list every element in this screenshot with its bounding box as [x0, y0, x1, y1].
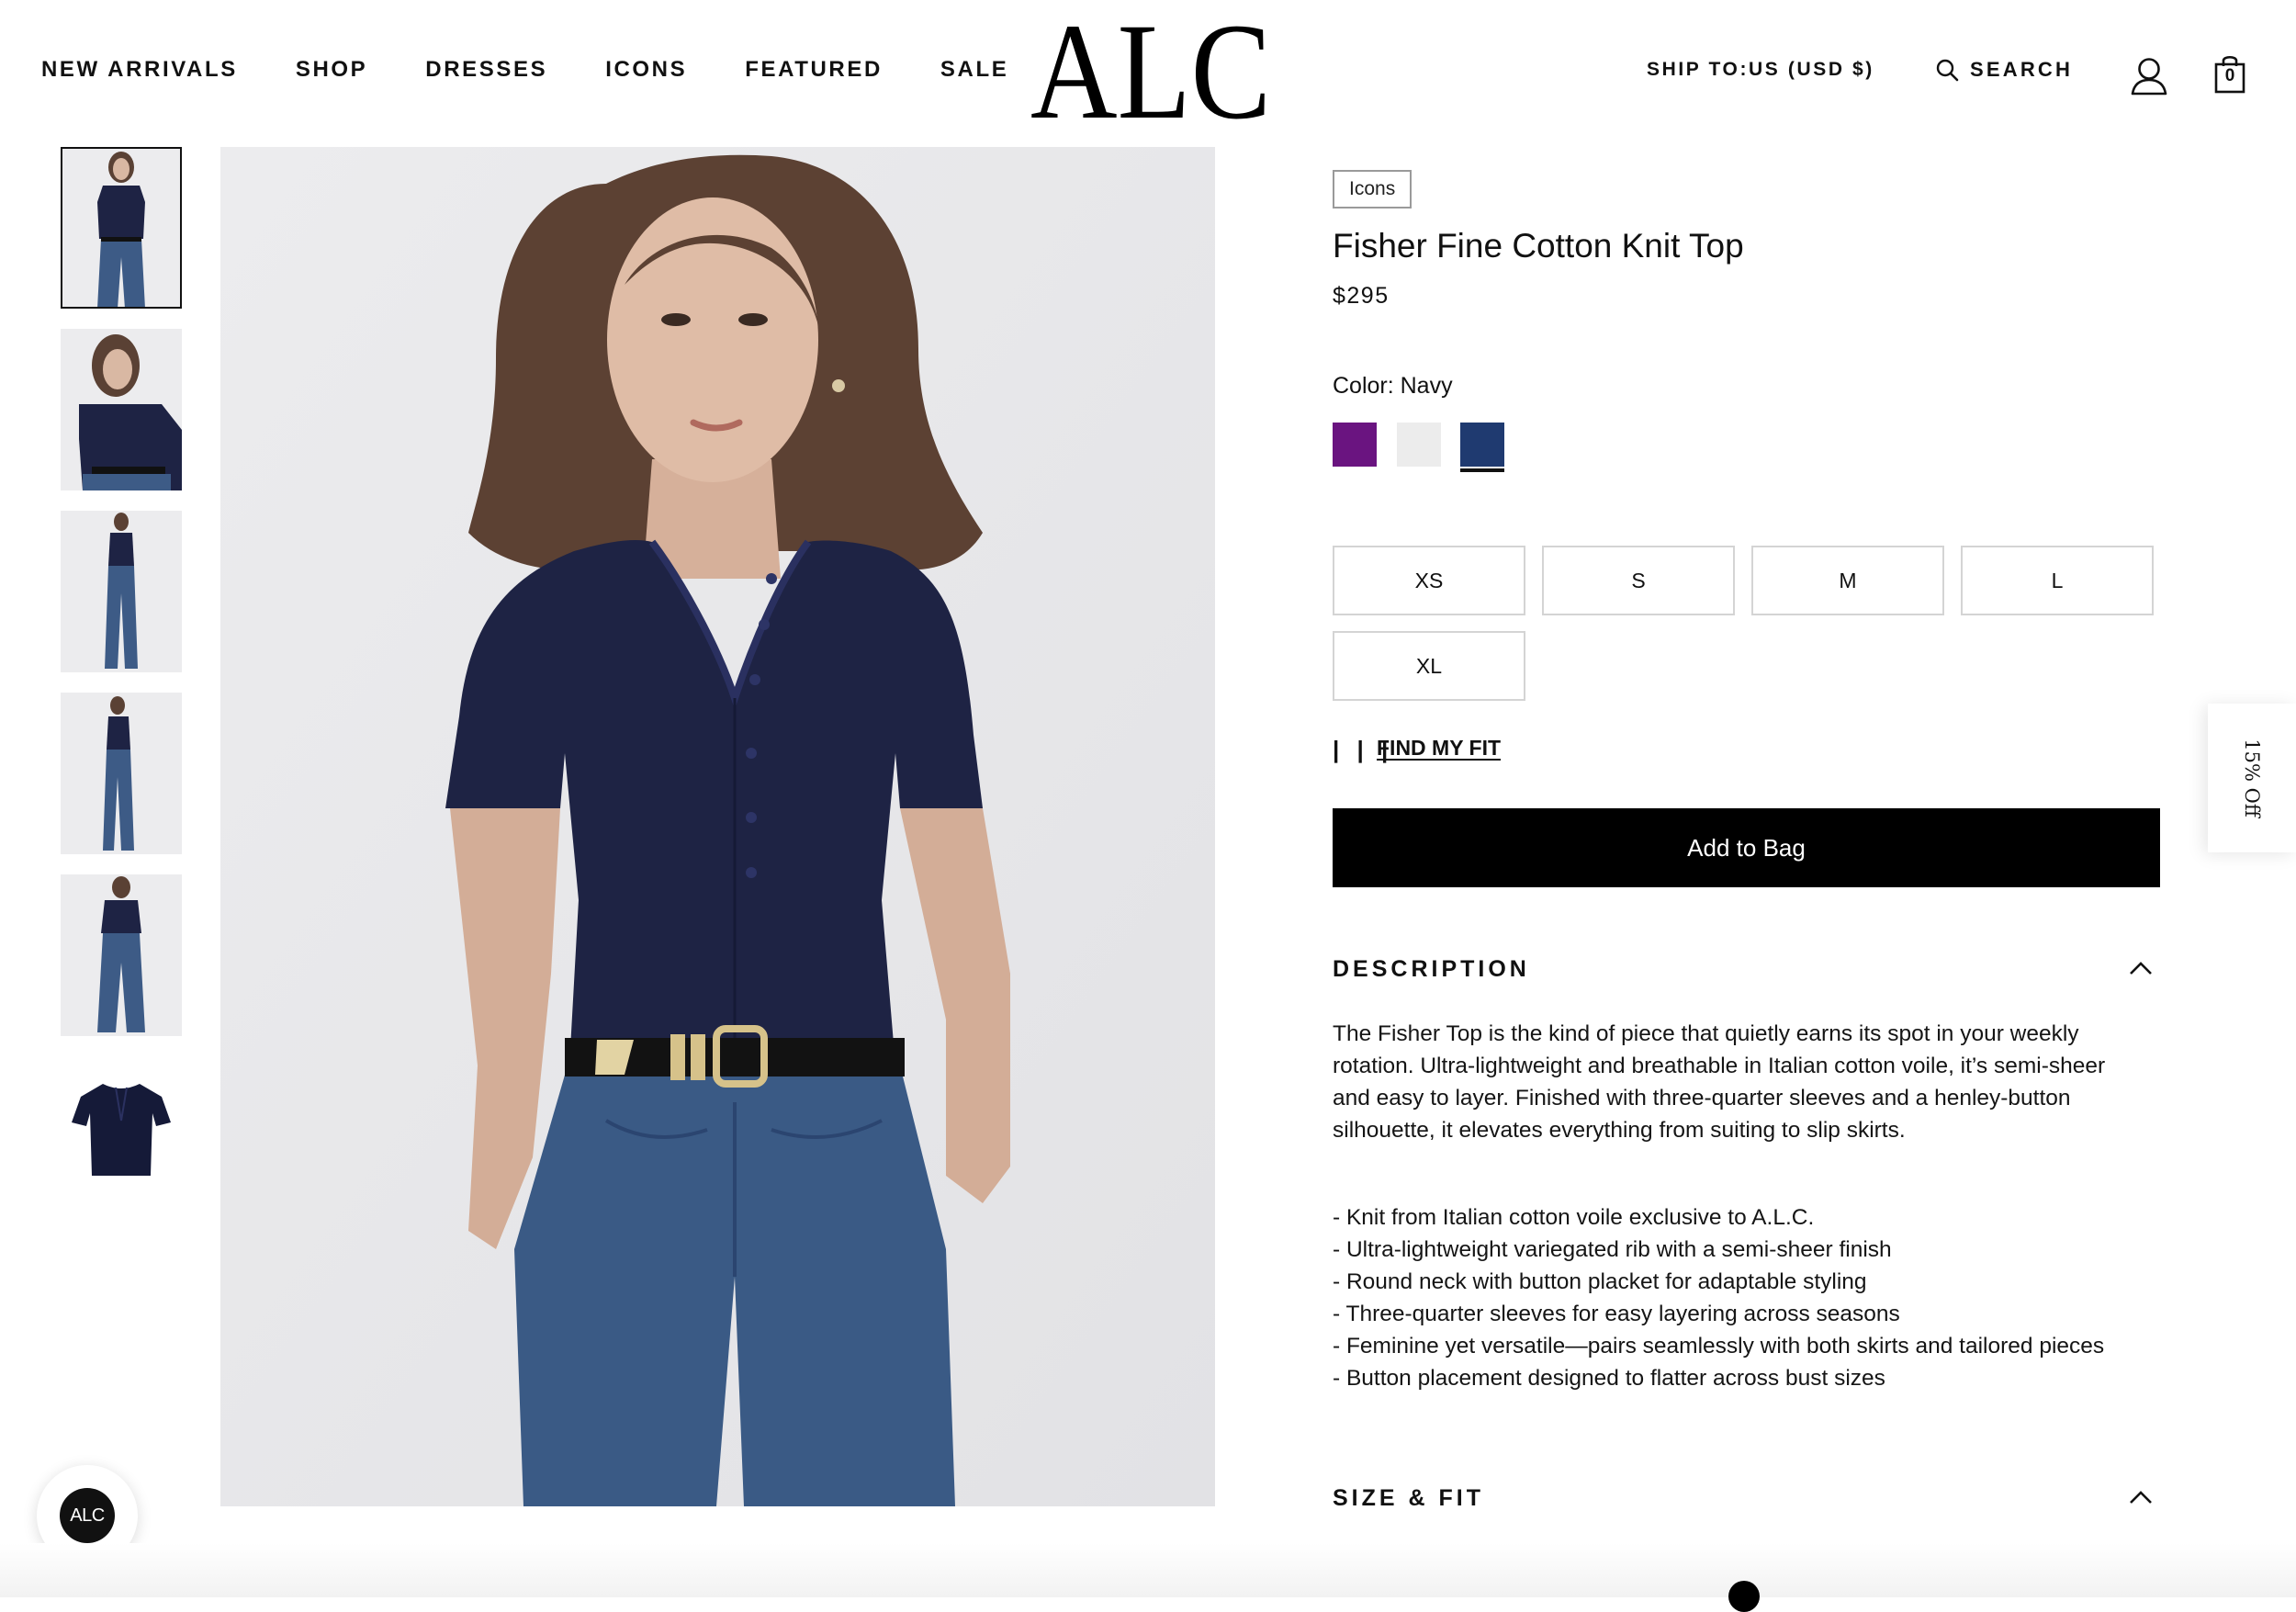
thumbnail-model-front[interactable]: [61, 147, 182, 309]
chevron-up-icon[interactable]: [2129, 961, 2153, 975]
size-xl-button[interactable]: XL: [1333, 631, 1525, 701]
nav-dresses[interactable]: DRESSES: [425, 57, 547, 83]
thumbnail-image: [97, 152, 145, 309]
svg-text:ALC: ALC: [1030, 9, 1271, 129]
list-item: - Feminine yet versatile—pairs seamlessl…: [1333, 1334, 2105, 1358]
thumbnail-product-flat[interactable]: [61, 1056, 182, 1218]
add-to-bag-button[interactable]: Add to Bag: [1333, 808, 2160, 887]
account-icon[interactable]: [2131, 55, 2167, 96]
product-photo: [220, 147, 1215, 1506]
list-item: - Button placement designed to flatter a…: [1333, 1366, 1885, 1391]
search-button[interactable]: SEARCH: [1935, 58, 2073, 82]
feature-list: - Knit from Italian cotton voile exclusi…: [1333, 1201, 2141, 1394]
description-text: The Fisher Top is the kind of piece that…: [1333, 1021, 2106, 1143]
list-item: - Ultra-lightweight variegated rib with …: [1333, 1237, 1892, 1262]
chat-logo-icon: ALC: [60, 1488, 115, 1543]
thumbnail-image: [105, 513, 138, 669]
list-item: - Three-quarter sleeves for easy layerin…: [1333, 1302, 1900, 1326]
swatch-white[interactable]: [1397, 423, 1441, 467]
site-header: NEW ARRIVALS SHOP DRESSES ICONS FEATURED…: [0, 0, 2296, 147]
promo-tab[interactable]: 15% Off: [2208, 704, 2296, 852]
page-bottom-edge: [0, 1543, 2296, 1597]
size-s-button[interactable]: S: [1542, 546, 1735, 615]
bag-count: 0: [2224, 66, 2235, 85]
bag-button[interactable]: 0: [2214, 53, 2245, 94]
size-m-button[interactable]: M: [1751, 546, 1944, 615]
scroll-indicator[interactable]: [1728, 1581, 1760, 1612]
nav-featured[interactable]: FEATURED: [745, 57, 883, 83]
thumbnail-image: [103, 696, 134, 851]
nav-new-arrivals[interactable]: NEW ARRIVALS: [41, 57, 238, 83]
nav-sale[interactable]: SALE: [940, 57, 1008, 83]
thumbnail-model-full-length[interactable]: [61, 511, 182, 672]
description-heading[interactable]: DESCRIPTION: [1333, 956, 1530, 983]
search-label: SEARCH: [1970, 58, 2074, 81]
search-icon: [1936, 59, 1959, 82]
color-label: Color: Navy: [1333, 373, 1453, 399]
chevron-up-icon[interactable]: [2129, 1490, 2153, 1505]
selected-swatch-indicator: [1460, 468, 1504, 472]
product-price: $295: [1333, 283, 1390, 309]
thumbnail-image: [72, 1084, 171, 1176]
thumbnail-model-back[interactable]: [61, 874, 182, 1036]
list-item: - Round neck with button placket for ada…: [1333, 1269, 1867, 1294]
nav-shop[interactable]: SHOP: [296, 57, 367, 83]
list-item: - Knit from Italian cotton voile exclusi…: [1333, 1205, 1815, 1230]
swatch-navy[interactable]: [1460, 423, 1504, 467]
thumbnail-image: [79, 334, 182, 490]
main-nav: NEW ARRIVALS SHOP DRESSES ICONS FEATURED…: [41, 57, 1066, 83]
size-fit-heading[interactable]: SIZE & FIT: [1333, 1485, 1484, 1512]
thumbnail-image: [97, 876, 145, 1032]
alc-logo[interactable]: ALC: [1027, 9, 1275, 129]
promo-label: 15% Off: [2241, 738, 2263, 817]
thumbnail-model-closeup[interactable]: [61, 329, 182, 490]
product-title: Fisher Fine Cotton Knit Top: [1333, 227, 1744, 265]
collection-tag[interactable]: Icons: [1333, 170, 1412, 209]
swatch-purple[interactable]: [1333, 423, 1377, 467]
nav-icons[interactable]: ICONS: [605, 57, 687, 83]
thumbnail-model-side[interactable]: [61, 693, 182, 854]
size-xs-button[interactable]: XS: [1333, 546, 1525, 615]
find-my-fit-link[interactable]: FIND MY FIT: [1377, 736, 1501, 761]
main-product-image[interactable]: [220, 147, 1215, 1506]
size-l-button[interactable]: L: [1961, 546, 2154, 615]
ship-to-selector[interactable]: SHIP TO:US (USD $): [1647, 59, 1874, 81]
